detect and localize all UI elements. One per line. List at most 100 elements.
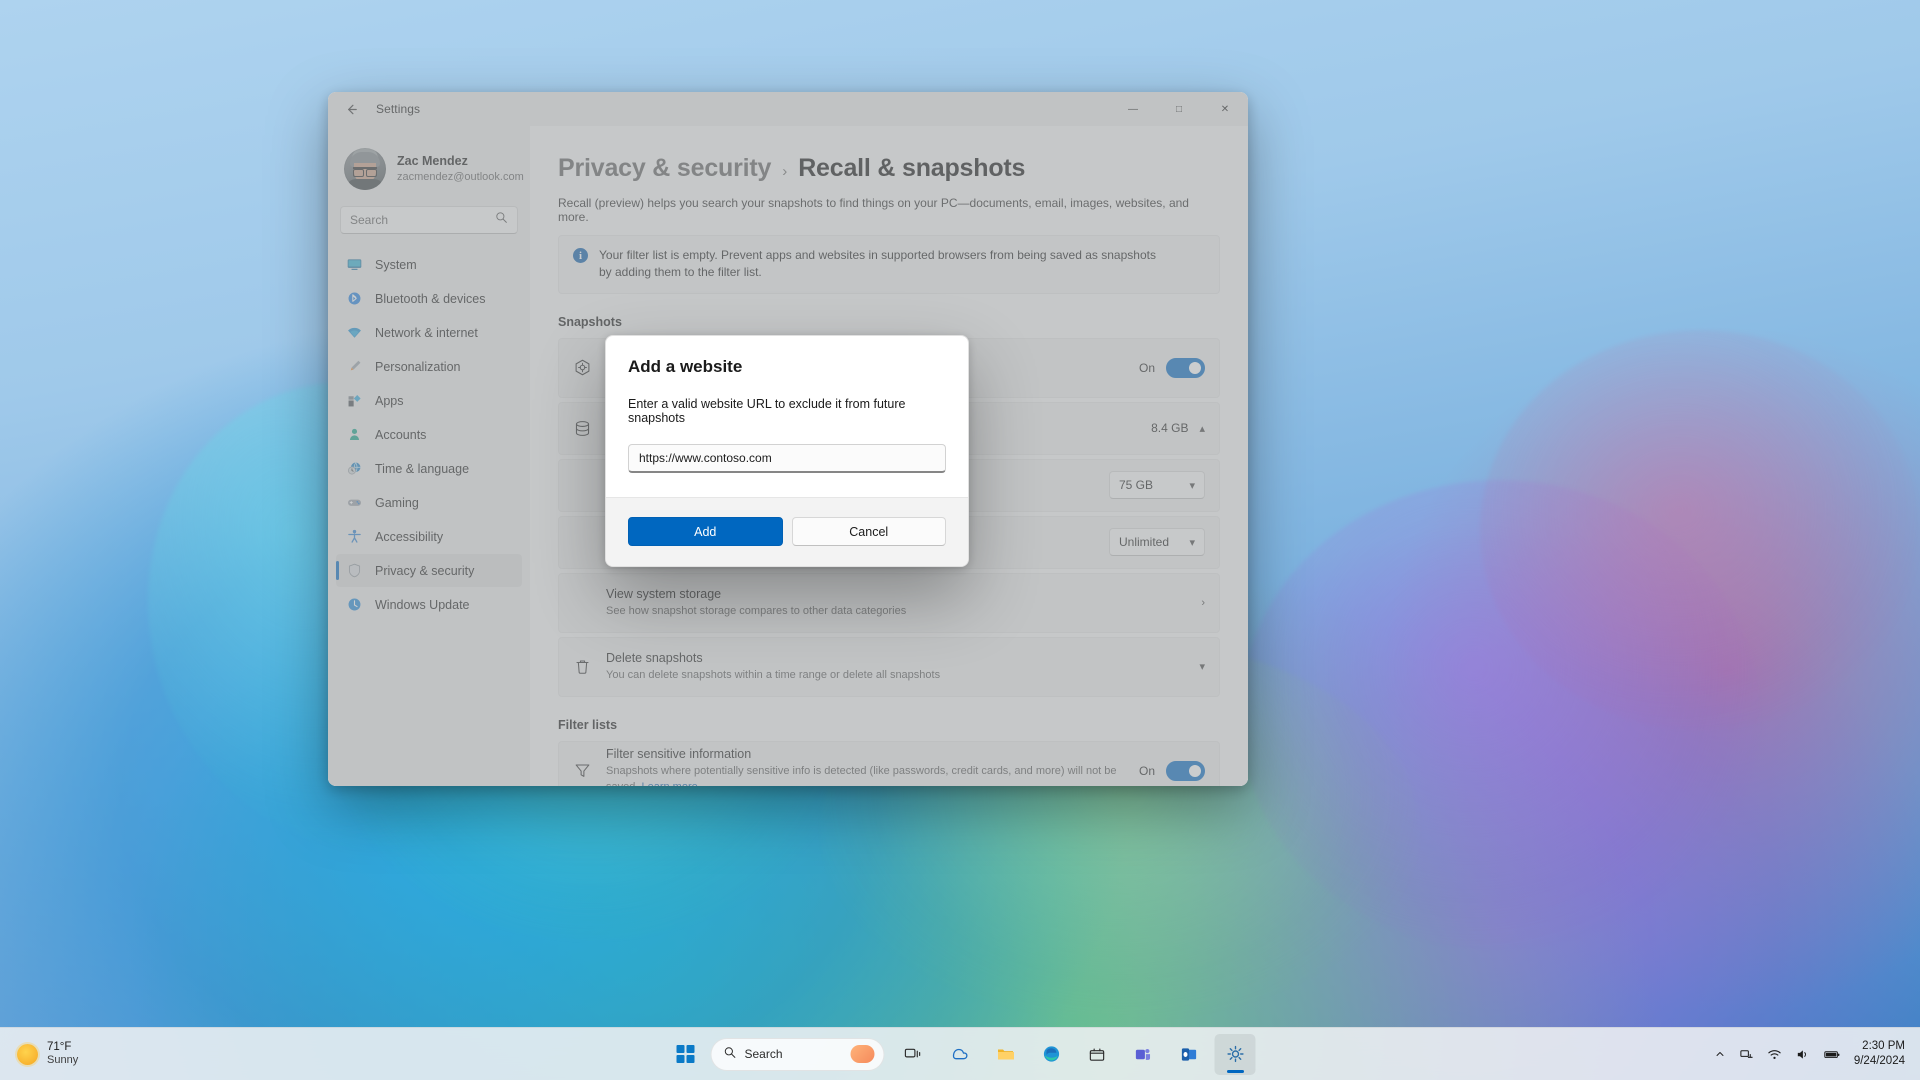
row-controls: ›: [1201, 597, 1205, 609]
chevron-down-icon: ▾: [1189, 536, 1195, 549]
info-banner: i Your filter list is empty. Prevent app…: [558, 235, 1220, 294]
chevron-up-icon[interactable]: ▴: [1199, 422, 1205, 435]
add-button[interactable]: Add: [628, 517, 783, 546]
storage-size-value: 8.4 GB: [1151, 421, 1189, 436]
page-title: Recall & snapshots: [798, 154, 1026, 182]
breadcrumb-parent[interactable]: Privacy & security: [558, 154, 771, 183]
minimize-button[interactable]: —: [1110, 92, 1156, 126]
dropdown[interactable]: Unlimited ▾: [1109, 528, 1205, 557]
row-subtitle: You can delete snapshots within a time r…: [606, 669, 941, 682]
sidebar-item-personalization[interactable]: Personalization: [336, 350, 522, 383]
sidebar-item-label: Gaming: [375, 495, 419, 510]
sidebar-item-label: Personalization: [375, 359, 461, 374]
start-button[interactable]: [665, 1034, 706, 1075]
row-title: View system storage: [606, 587, 722, 602]
dialog-body: Add a website Enter a valid website URL …: [606, 336, 968, 497]
volume-icon[interactable]: [1795, 1047, 1810, 1062]
chevron-down-icon: ▾: [1189, 479, 1195, 492]
sidebar-item-label: Accessibility: [375, 529, 444, 544]
add-website-dialog: Add a website Enter a valid website URL …: [605, 335, 969, 567]
dialog-title: Add a website: [628, 357, 743, 376]
sidebar-item-time-language[interactable]: Time & language: [336, 452, 522, 485]
battery-icon[interactable]: [1823, 1047, 1841, 1062]
row-text: Filter sensitive information Snapshots wh…: [606, 745, 1125, 786]
gamepad-icon: [346, 494, 363, 511]
chevron-down-icon[interactable]: ▾: [1199, 660, 1205, 673]
windows-start-icon: [676, 1045, 694, 1063]
taskbar: 71°F Sunny Search 2:30 PM 9/24/2024: [0, 1027, 1920, 1080]
gamepad-icon: [348, 499, 361, 506]
page-description: Recall (preview) helps you search your s…: [558, 196, 1189, 224]
dialog-description: Enter a valid website URL to exclude it …: [628, 397, 906, 425]
settings-row[interactable]: Delete snapshots You can delete snapshots…: [558, 636, 1220, 697]
cancel-button[interactable]: Cancel: [791, 517, 946, 546]
learn-more-link[interactable]: Learn more: [641, 781, 697, 786]
toggle-switch[interactable]: [1166, 760, 1205, 781]
toggle-state-label: On: [1138, 763, 1155, 778]
sidebar-item-bluetooth-devices[interactable]: Bluetooth & devices: [336, 282, 522, 315]
copilot-icon: [952, 1048, 967, 1060]
back-button[interactable]: [334, 96, 368, 122]
sidebar-item-label: Time & language: [375, 461, 470, 476]
wifi-icon: [346, 324, 363, 341]
edge-icon: [1043, 1046, 1059, 1062]
sun-icon: [17, 1043, 38, 1065]
file-explorer-button[interactable]: [985, 1034, 1026, 1075]
edge-button[interactable]: [1031, 1034, 1072, 1075]
sidebar-item-gaming[interactable]: Gaming: [336, 486, 522, 519]
clock-globe-icon: [348, 461, 361, 475]
monitor-icon: [346, 256, 363, 273]
sidebar-item-privacy-security[interactable]: Privacy & security: [336, 554, 522, 587]
weather-widget[interactable]: 71°F Sunny: [17, 1040, 217, 1068]
search-highlight-icon: [850, 1045, 875, 1063]
update-icon: [346, 596, 363, 613]
network-icon[interactable]: [1739, 1047, 1754, 1062]
window-controls: — □ ✕: [1110, 92, 1248, 126]
taskbar-search[interactable]: Search: [710, 1037, 885, 1071]
bluetooth-icon: [346, 290, 363, 307]
account-block[interactable]: Zac Mendez zacmendez@outlook.com: [336, 138, 524, 200]
settings-row[interactable]: Filter sensitive information Snapshots wh…: [558, 740, 1220, 786]
person-icon: [346, 426, 363, 443]
website-url-input[interactable]: https://www.contoso.com: [628, 444, 946, 473]
microsoft-store-button[interactable]: [1077, 1034, 1118, 1075]
chevron-right-icon[interactable]: ›: [1201, 597, 1205, 609]
sidebar-item-system[interactable]: System: [336, 248, 522, 281]
chevron-up-icon[interactable]: [1714, 1048, 1726, 1060]
sidebar-item-apps[interactable]: Apps: [336, 384, 522, 417]
outlook-button[interactable]: [1169, 1034, 1210, 1075]
wifi-icon[interactable]: [1767, 1047, 1782, 1062]
search-icon: [495, 211, 508, 229]
teams-button[interactable]: [1123, 1034, 1164, 1075]
sidebar-item-accounts[interactable]: Accounts: [336, 418, 522, 451]
sidebar-item-label: Bluetooth & devices: [375, 291, 486, 306]
paintbrush-icon: [350, 360, 361, 371]
app-title: Settings: [376, 102, 421, 116]
maximize-button[interactable]: □: [1156, 92, 1202, 126]
sidebar-item-network-internet[interactable]: Network & internet: [336, 316, 522, 349]
teams-icon: [1135, 1048, 1151, 1060]
task-view-button[interactable]: [893, 1034, 934, 1075]
wallpaper-ribbon: [1480, 330, 1920, 730]
paintbrush-icon: [346, 358, 363, 375]
sidebar: Zac Mendez zacmendez@outlook.com Search …: [328, 126, 530, 786]
person-icon: [349, 428, 360, 440]
dropdown-value: 75 GB: [1119, 478, 1154, 493]
search-input[interactable]: Search: [340, 206, 518, 234]
weather-condition: Sunny: [47, 1054, 79, 1067]
sidebar-item-windows-update[interactable]: Windows Update: [336, 588, 522, 621]
weather-temperature: 71°F: [47, 1040, 72, 1053]
gear-icon: [1226, 1045, 1244, 1063]
row-subtitle: Snapshots where potentially sensitive in…: [606, 764, 1125, 786]
copilot-button[interactable]: [939, 1034, 980, 1075]
sidebar-item-accessibility[interactable]: Accessibility: [336, 520, 522, 553]
settings-button[interactable]: [1214, 1033, 1256, 1075]
dropdown[interactable]: 75 GB ▾: [1109, 471, 1205, 500]
clock[interactable]: 2:30 PM 9/24/2024: [1854, 1039, 1905, 1069]
settings-row[interactable]: View system storage See how snapshot stor…: [558, 572, 1220, 633]
row-text: View system storage See how snapshot stor…: [606, 585, 1187, 620]
close-button[interactable]: ✕: [1202, 92, 1248, 126]
toggle-switch[interactable]: [1166, 357, 1205, 378]
section-title: Filter lists: [558, 717, 618, 732]
search-icon: [724, 1046, 737, 1062]
